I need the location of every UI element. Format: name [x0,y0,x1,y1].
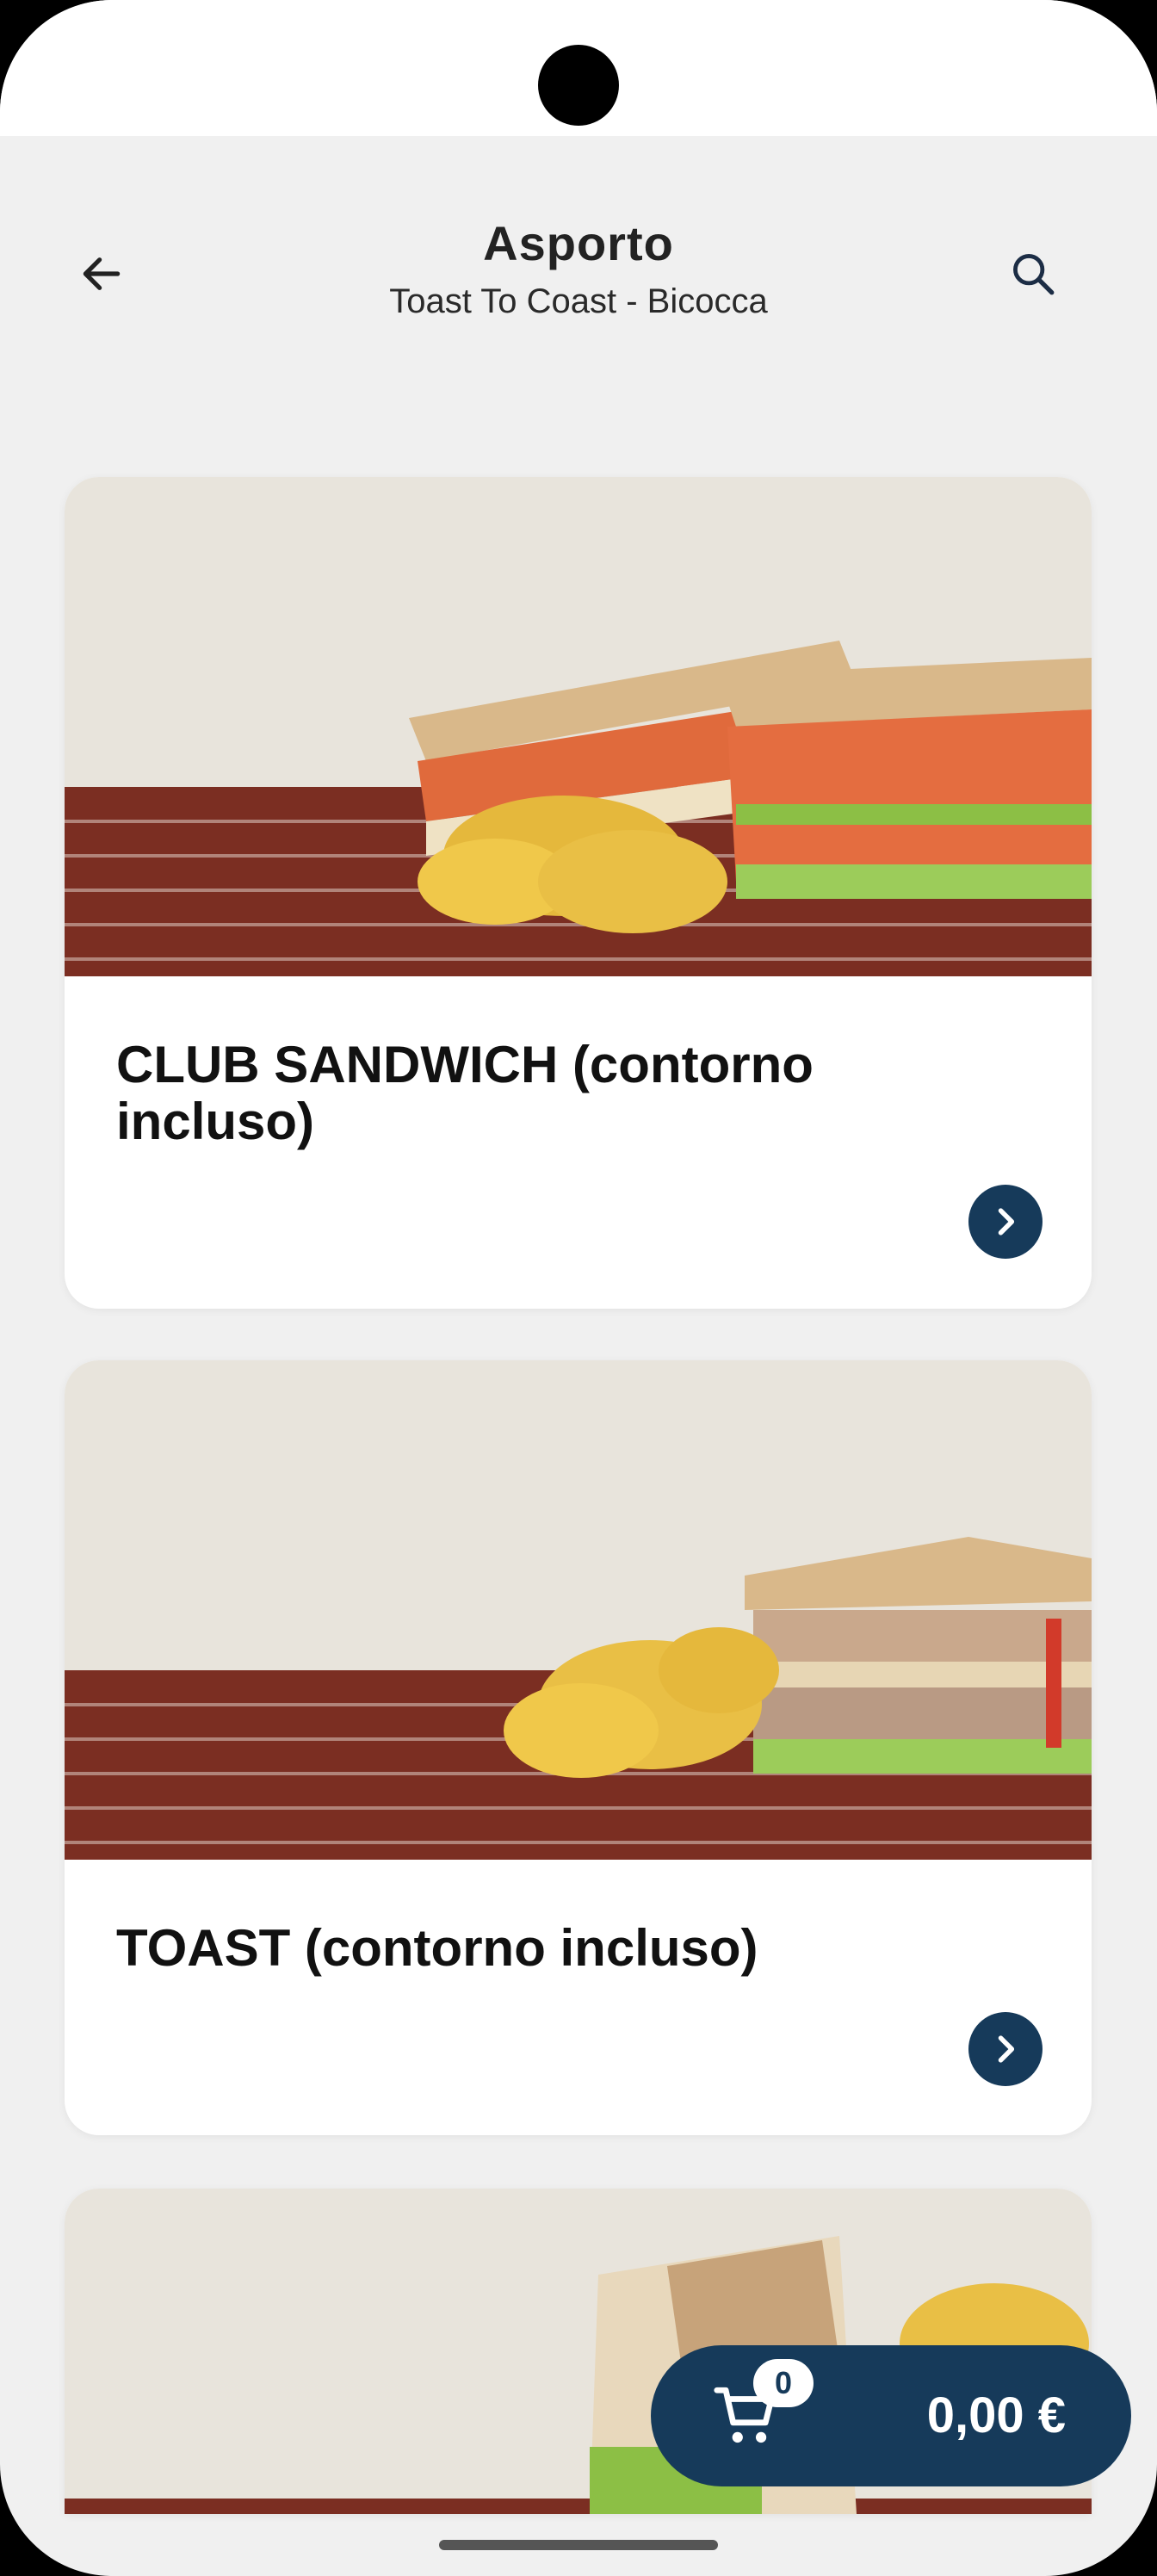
cart-button[interactable]: 0 0,00 € [651,2345,1131,2486]
front-camera [538,45,619,126]
product-card-toast[interactable]: TOAST (contorno incluso) [65,1360,1092,2135]
club-sandwich-image [65,477,1092,976]
restaurant-name: Toast To Coast - Bicocca [389,282,768,320]
open-product-button[interactable] [968,1185,1043,1259]
cart-count-badge: 0 [753,2359,814,2407]
page-title: Asporto [483,216,674,270]
search-button[interactable] [999,239,1067,308]
product-name: CLUB SANDWICH (contorno incluso) [116,1036,814,1150]
toast-image [65,1360,1092,1860]
product-name: TOAST (contorno incluso) [116,1919,758,1977]
home-indicator[interactable] [439,2540,718,2550]
chevron-right-icon [998,2035,1015,2063]
chevron-right-icon [998,1208,1015,1235]
search-icon [1013,254,1055,295]
cart-total: 0,00 € [926,2387,1066,2443]
app-screen: Asporto Toast To Coast - Bicocca CLUB SA… [0,0,1157,2576]
open-product-button[interactable] [968,2012,1043,2086]
app-header: Asporto Toast To Coast - Bicocca [0,136,1157,412]
product-card-club-sandwich[interactable]: CLUB SANDWICH (contorno incluso) [65,477,1092,1309]
status-bar [0,0,1157,136]
